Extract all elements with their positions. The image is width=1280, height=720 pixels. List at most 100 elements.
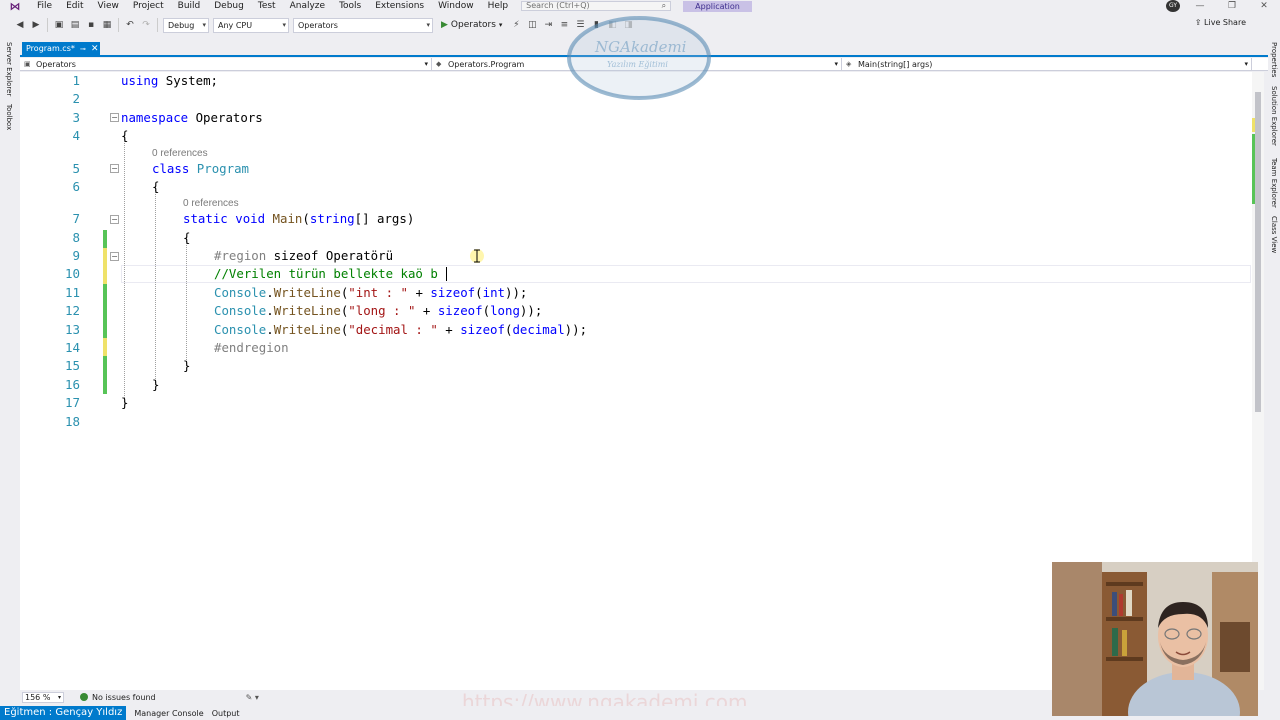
zoom-level-value: 156 %	[25, 692, 51, 702]
restore-icon[interactable]: ❐	[1216, 0, 1248, 12]
webcam-overlay	[1052, 562, 1258, 716]
forward-icon[interactable]: ▶	[30, 18, 42, 32]
line-number: 13	[64, 321, 80, 337]
issues-indicator[interactable]: No issues found	[80, 693, 156, 702]
scrollbar-thumb[interactable]	[1255, 92, 1261, 412]
close-tab-icon[interactable]: ✕	[91, 42, 99, 56]
save-icon[interactable]: ▪	[85, 18, 97, 32]
save-all-icon[interactable]: ▦	[101, 18, 113, 32]
search-placeholder: Search (Ctrl+Q)	[526, 1, 590, 10]
menu-analyze[interactable]: Analyze	[283, 1, 332, 11]
menu-window[interactable]: Window	[431, 1, 481, 11]
collapse-region-icon[interactable]: −	[110, 252, 119, 261]
code-cleanup-icon[interactable]: ✎ ▾	[246, 693, 259, 702]
solution-platform-select[interactable]: Any CPU ▾	[213, 17, 289, 33]
logo-ring-icon	[567, 16, 711, 100]
zoom-level-select[interactable]: 156 % ▾	[22, 691, 64, 703]
code-line-9: #region sizeof Operatörü	[214, 247, 393, 265]
team-explorer-tab[interactable]: Team Explorer	[1270, 158, 1278, 208]
solution-configuration-value: Debug	[168, 20, 195, 30]
project-icon: ▣	[24, 60, 31, 68]
hot-reload-icon[interactable]: ⚡	[510, 18, 522, 32]
collapse-namespace-icon[interactable]: −	[110, 113, 119, 122]
line-number-gutter: 1 2 3 4 5 6 7 8 9 10 11 12 13 14 15 16 1…	[20, 72, 110, 690]
output-tab[interactable]: Output	[212, 709, 240, 718]
chevron-down-icon: ▾	[57, 693, 61, 701]
line-number: 7	[72, 211, 80, 227]
collapse-method-icon[interactable]: −	[110, 215, 119, 224]
line-number: 12	[64, 303, 80, 319]
check-circle-icon	[80, 693, 88, 701]
code-line-17: }	[121, 394, 128, 412]
type-token: Console	[214, 284, 267, 300]
menu-bar: ⋈ File Edit View Project Build Debug Tes…	[0, 0, 1280, 13]
tab-program-cs[interactable]: Program.cs* ⊸ ✕	[22, 42, 100, 56]
menu-view[interactable]: View	[91, 1, 126, 11]
codelens-references[interactable]: 0 references	[183, 198, 239, 209]
ibeam-cursor-icon	[470, 249, 484, 263]
collapse-class-icon[interactable]: −	[110, 164, 119, 173]
chevron-down-icon: ▾	[424, 60, 428, 68]
line-number: 10	[64, 266, 80, 282]
method-icon: ◈	[846, 60, 852, 68]
properties-tab[interactable]: Properties	[1270, 42, 1278, 77]
indent-guide	[124, 136, 125, 404]
solution-configuration-select[interactable]: Debug ▾	[163, 17, 209, 33]
code-line-1: using System;	[121, 72, 218, 90]
menu-project[interactable]: Project	[126, 1, 171, 11]
chevron-down-icon: ▾	[1244, 60, 1248, 68]
code-line-14: #endregion	[214, 339, 289, 357]
code-line-11: Console.WriteLine("int : " + sizeof(int)…	[214, 284, 527, 302]
type-token: Program	[196, 160, 249, 176]
menu-build[interactable]: Build	[171, 1, 208, 11]
toolbox-tab[interactable]: Toolbox	[5, 104, 13, 130]
solution-explorer-tab[interactable]: Solution Explorer	[1270, 86, 1278, 146]
pin-icon[interactable]: ⊸	[80, 42, 86, 56]
minimize-icon[interactable]: —	[1184, 0, 1216, 12]
member-dropdown[interactable]: ◈ Main(string[] args) ▾	[842, 58, 1252, 71]
tab-label: Program.cs*	[26, 44, 75, 53]
menu-file[interactable]: File	[30, 1, 59, 11]
menu-help[interactable]: Help	[481, 1, 516, 11]
brace-token: }	[183, 358, 191, 374]
toolbar-separator	[118, 18, 119, 32]
menu-tools[interactable]: Tools	[332, 1, 368, 11]
menu-debug[interactable]: Debug	[207, 1, 251, 11]
line-number: 9	[72, 248, 80, 263]
startup-project-value: Operators	[298, 20, 338, 30]
close-icon[interactable]: ✕	[1248, 0, 1280, 12]
new-project-icon[interactable]: ▣	[53, 18, 65, 32]
code-line-15: }	[183, 357, 190, 375]
redo-icon[interactable]: ↷	[140, 18, 152, 32]
server-explorer-tab[interactable]: Server Explorer	[5, 42, 13, 96]
user-avatar[interactable]: GY	[1166, 0, 1180, 12]
keyword-token: sizeof	[430, 284, 476, 300]
step-icon[interactable]: ⇥	[542, 18, 554, 32]
keyword-token: using	[121, 73, 159, 88]
start-debugging-button[interactable]: ▶ Operators ▾	[441, 20, 502, 30]
left-tool-window-rail: Server Explorer Toolbox	[0, 40, 20, 706]
codelens-references[interactable]: 0 references	[152, 148, 208, 159]
string-token: "int : "	[348, 284, 408, 300]
toolbar-separator	[157, 18, 158, 32]
search-input[interactable]: Search (Ctrl+Q) ⌕	[521, 1, 672, 11]
toolbar-separator	[47, 18, 48, 32]
package-manager-console-tab[interactable]: Manager Console	[134, 709, 203, 718]
type-token: Console	[214, 303, 267, 319]
back-icon[interactable]: ◀	[14, 18, 26, 32]
open-folder-icon[interactable]: ▤	[69, 18, 81, 32]
operator-token: +	[437, 321, 461, 337]
project-dropdown[interactable]: ▣ Operators ▾	[20, 58, 432, 71]
menu-edit[interactable]: Edit	[59, 1, 90, 11]
diagnostics-icon[interactable]: ◫	[526, 18, 538, 32]
menu-extensions[interactable]: Extensions	[368, 1, 431, 11]
menu-test[interactable]: Test	[251, 1, 283, 11]
brace-token: }	[121, 395, 129, 411]
undo-icon[interactable]: ↶	[124, 18, 136, 32]
live-share-button[interactable]: ⇪ Live Share	[1195, 18, 1246, 27]
class-view-tab[interactable]: Class View	[1270, 216, 1278, 253]
saved-change-marker	[103, 284, 107, 338]
method-token: Main	[272, 211, 303, 227]
startup-project-select[interactable]: Operators ▾	[293, 17, 433, 33]
